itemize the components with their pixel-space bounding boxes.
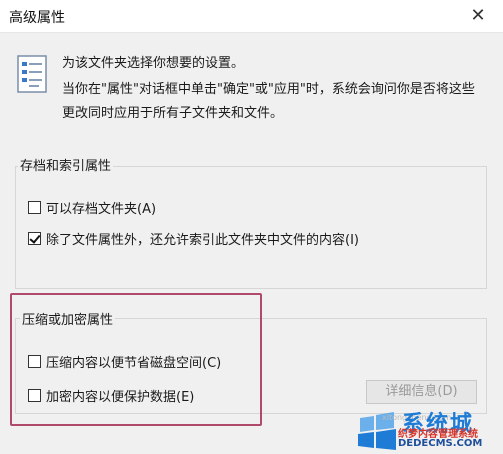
archive-index-group [15,166,487,289]
index-checkbox[interactable] [28,232,41,245]
properties-list-icon [17,55,47,93]
archive-checkbox[interactable] [28,201,41,214]
archive-checkbox-row[interactable]: 可以存档文件夹(A) [28,198,156,217]
title-bar: 高级属性 ✕ [0,0,503,33]
intro-line-1: 为该文件夹选择你想要的设置。 [62,56,245,71]
index-checkbox-label: 除了文件属性外，还允许索引此文件夹中文件的内容(I) [46,233,359,248]
close-icon[interactable]: ✕ [465,4,491,28]
details-button[interactable]: 详细信息(D) [366,380,477,404]
intro-line-2: 当你在"属性"对话框中单击"确定"或"应用"时，系统会询问你是否将这些更改同时应… [62,82,475,121]
index-checkbox-row[interactable]: 除了文件属性外，还允许索引此文件夹中文件的内容(I) [28,229,359,248]
archive-checkbox-label: 可以存档文件夹(A) [46,202,157,217]
watermark-line-3: DEDECMS.COM [398,438,483,449]
window-title: 高级属性 [9,10,65,26]
highlight-box [10,293,262,426]
archive-index-group-label: 存档和索引属性 [18,155,114,174]
